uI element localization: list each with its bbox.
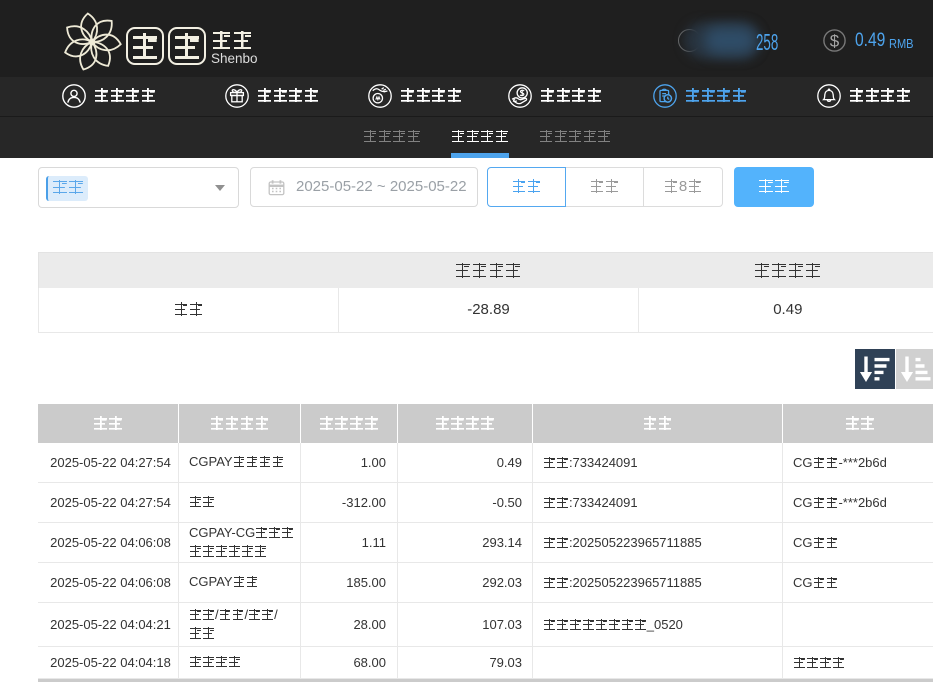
svg-text:$: $	[830, 31, 840, 50]
